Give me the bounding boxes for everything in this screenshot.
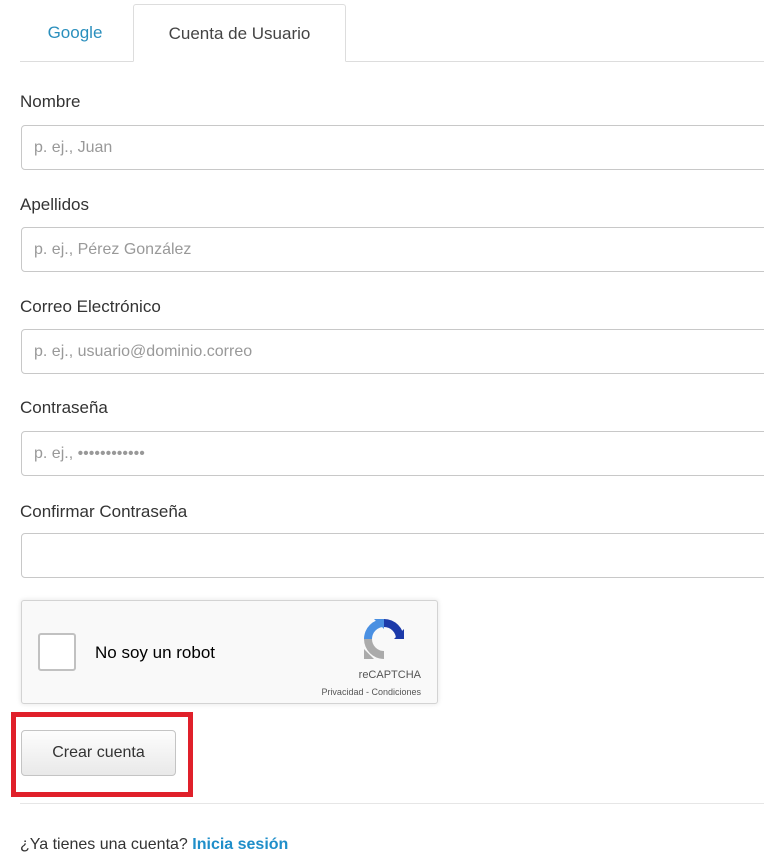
tab-bar: Google Cuenta de Usuario [20, 4, 764, 62]
recaptcha-label: No soy un robot [95, 643, 216, 662]
confirm-password-label: Confirmar Contraseña [20, 502, 188, 521]
recaptcha-logo-icon [364, 619, 404, 659]
tab-user-account[interactable]: Cuenta de Usuario [133, 4, 346, 62]
confirm-password-input[interactable] [21, 533, 764, 578]
password-input[interactable] [21, 431, 764, 476]
recaptcha-privacy-terms-link[interactable]: Privacidad - Condiciones [321, 687, 421, 697]
divider [20, 803, 764, 804]
recaptcha-checkbox[interactable] [38, 633, 76, 671]
login-prompt: ¿Ya tienes una cuenta? Inicia sesión [20, 836, 288, 853]
login-link[interactable]: Inicia sesión [192, 836, 288, 853]
recaptcha-widget: No soy un robot reCAPTCHA Privacidad - C… [21, 600, 438, 704]
contrasena-label: Contraseña [20, 398, 108, 417]
email-input[interactable] [21, 329, 764, 374]
apellidos-input[interactable] [21, 227, 764, 272]
tab-google[interactable]: Google [20, 4, 130, 61]
correo-label: Correo Electrónico [20, 297, 161, 316]
apellidos-label: Apellidos [20, 195, 89, 214]
nombre-label: Nombre [20, 92, 81, 111]
login-question: ¿Ya tienes una cuenta? [20, 836, 188, 853]
signup-page: Google Cuenta de Usuario Nombre Apellido… [0, 0, 764, 853]
create-account-button[interactable]: Crear cuenta [21, 730, 176, 776]
nombre-input[interactable] [21, 125, 764, 170]
recaptcha-brand: reCAPTCHA [358, 669, 421, 681]
